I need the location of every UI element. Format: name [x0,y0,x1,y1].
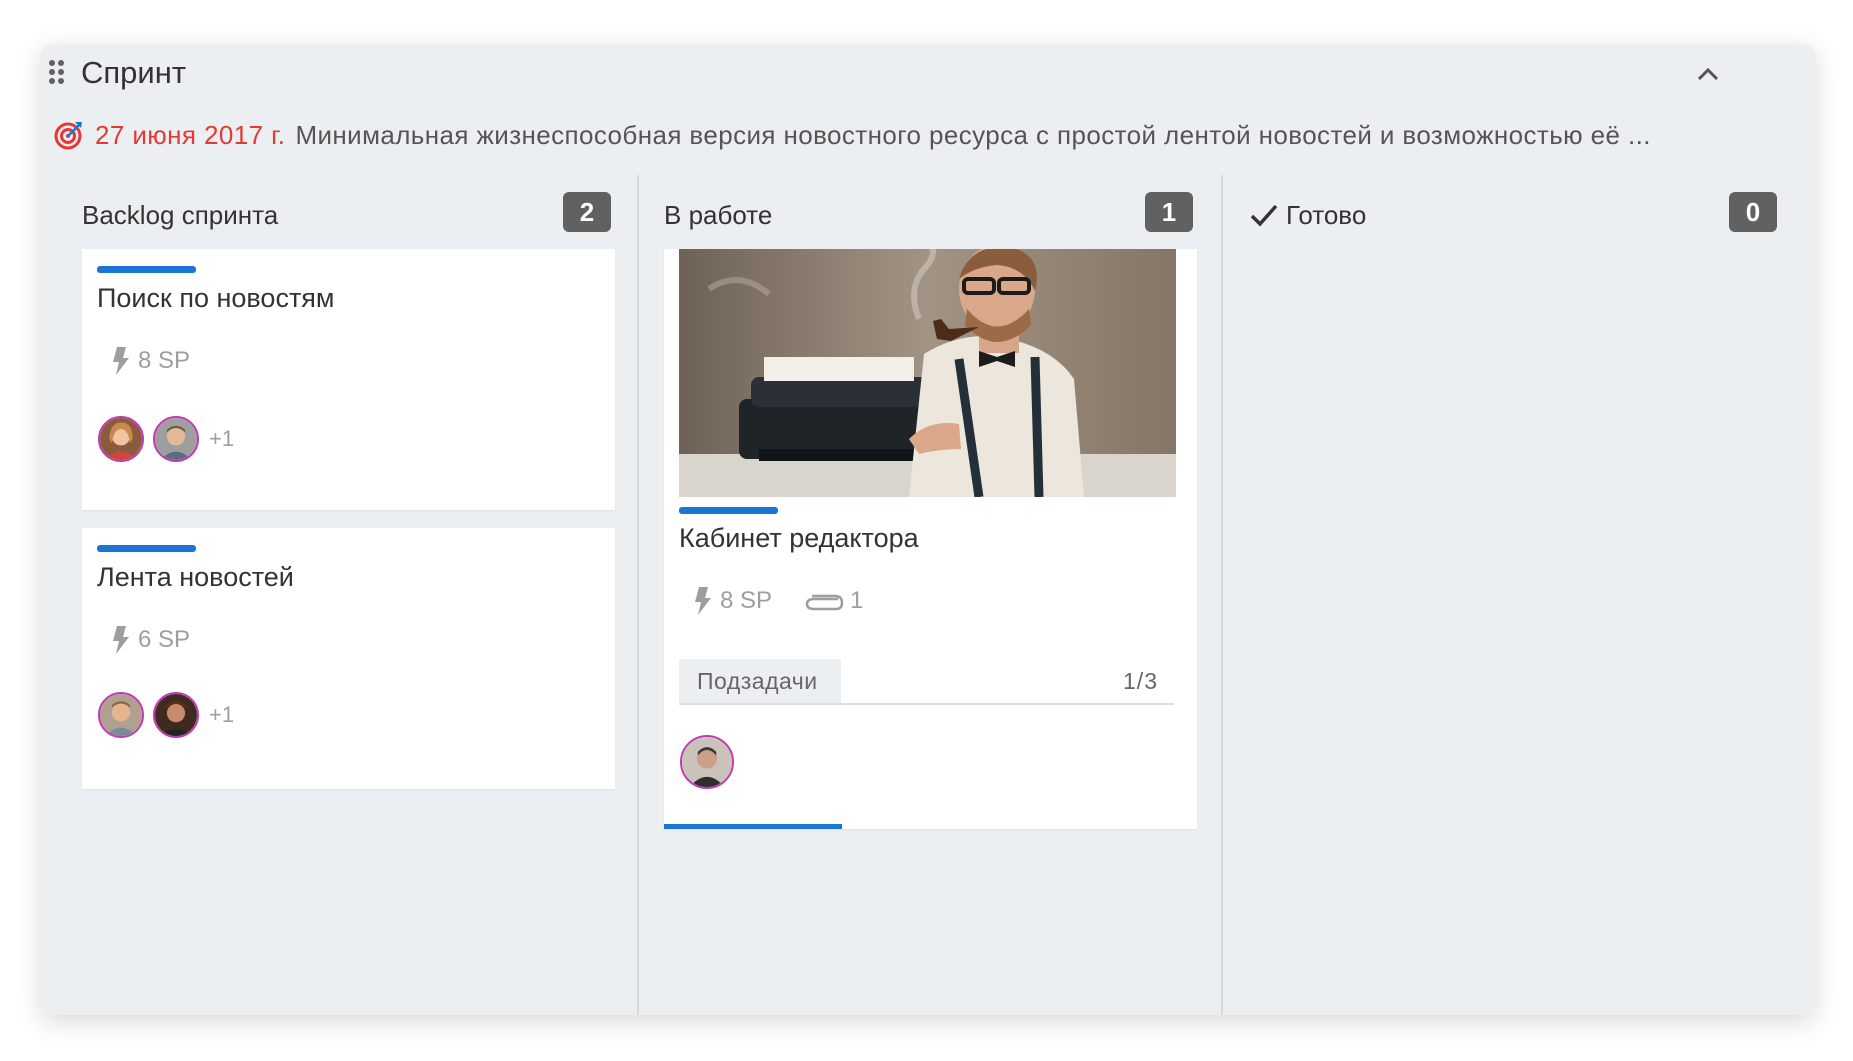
card-color-bar [679,507,778,514]
subtasks-progress-bar [664,824,842,829]
avatar[interactable] [153,692,199,738]
sprint-title: Спринт [81,55,187,90]
task-card[interactable]: Поиск по новостям 8 SP +1 [82,249,615,510]
task-card[interactable]: Лента новостей 6 SP +1 [82,528,615,789]
card-color-bar [97,266,196,273]
more-assignees[interactable]: +1 [209,426,234,452]
goal-date: 27 июня 2017 г. [95,119,286,150]
column-count-badge: 1 [1145,192,1193,232]
task-card[interactable]: Кабинет редактора 8 SP 1 Подзадачи 1/3 [664,249,1197,829]
column-backlog: Backlog спринта 2 Поиск по новостям 8 SP… [41,175,631,1015]
story-points-value: 8 SP [720,587,773,614]
card-title[interactable]: Поиск по новостям [97,283,335,314]
paperclip-icon [805,594,844,611]
drag-handle-icon[interactable] [49,60,65,86]
subtasks-label[interactable]: Подзадачи [679,659,841,703]
column-title: Готово [1286,199,1367,230]
subtasks-bar[interactable]: Подзадачи 1/3 [679,659,1174,705]
card-cover-image [679,249,1176,497]
card-story-points: 8 SP [112,347,190,375]
avatar[interactable] [98,416,144,462]
avatar[interactable] [98,692,144,738]
column-in-progress: В работе 1 Кабинет редактора 8 SP 1 Подз… [637,175,1229,1015]
target-icon [54,122,82,150]
lightning-icon [695,587,711,615]
card-title[interactable]: Лента новостей [97,562,294,593]
card-assignees [680,735,743,789]
subtasks-count: 1/3 [1123,668,1158,694]
sprint-panel: Спринт 27 июня 2017 г. Минимальная жизне… [41,45,1815,1015]
column-count-badge: 0 [1729,192,1777,232]
card-story-points: 6 SP [112,626,190,654]
check-icon [1250,204,1278,227]
avatar[interactable] [680,735,734,789]
column-count-badge: 2 [563,192,611,232]
column-title: В работе [664,199,773,230]
column-title: Backlog спринта [82,199,279,230]
more-assignees[interactable]: +1 [209,702,234,728]
card-assignees: +1 [98,416,234,462]
chevron-up-icon[interactable] [1693,59,1723,89]
sprint-goal: 27 июня 2017 г. Минимальная жизнеспособн… [53,117,1651,153]
goal-text: Минимальная жизнеспособная версия новост… [295,119,1651,150]
story-points-value: 6 SP [138,626,191,653]
card-story-points: 8 SP 1 [694,587,863,615]
card-assignees: +1 [98,692,234,738]
lightning-icon [113,626,129,654]
avatar[interactable] [153,416,199,462]
lightning-icon [113,347,129,375]
card-color-bar [97,545,196,552]
attachments-count: 1 [850,587,864,614]
column-header: Готово [1248,195,1366,235]
column-done: Готово 0 [1221,175,1813,1015]
story-points-value: 8 SP [138,347,191,374]
card-title[interactable]: Кабинет редактора [679,523,919,554]
